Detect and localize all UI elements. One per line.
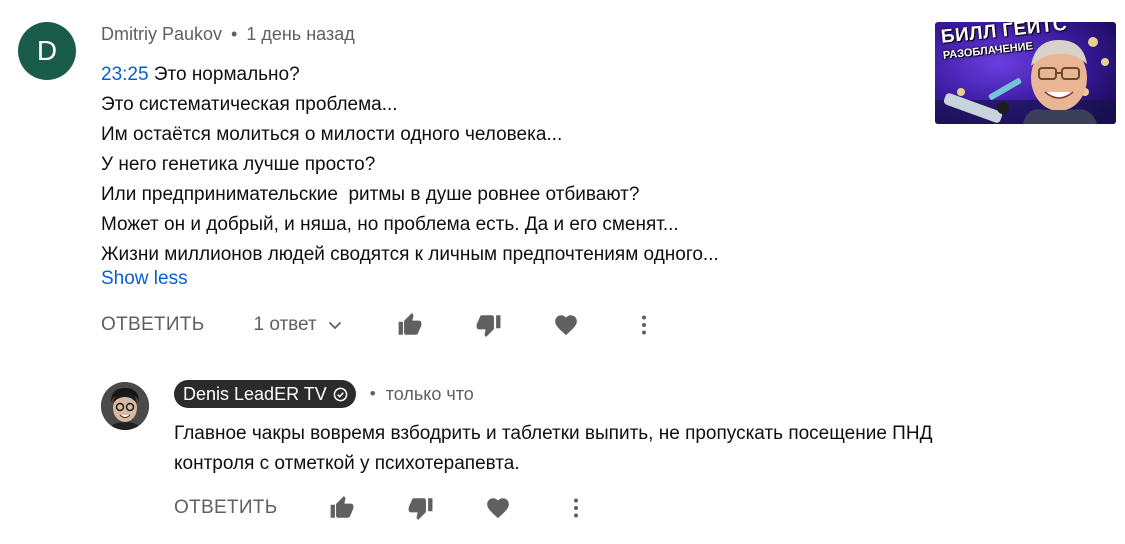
thumbs-up-icon: [398, 313, 422, 335]
reply-actions: ОТВЕТИТЬ: [174, 491, 591, 525]
reply-time[interactable]: только что: [386, 384, 474, 405]
reply-header: Denis LeadER TV • только что: [174, 380, 474, 408]
reply-button[interactable]: ОТВЕТИТЬ: [101, 314, 204, 336]
reply-body: Главное чакры вовремя взбодрить и таблет…: [174, 423, 933, 474]
comment-actions: ОТВЕТИТЬ 1 ответ: [101, 308, 659, 342]
comment-line: Жизни миллионов людей сводятся к личным …: [101, 244, 719, 265]
heart-icon: [554, 315, 577, 336]
reply-author-name: Denis LeadER TV: [183, 383, 327, 404]
reply-more-actions-button[interactable]: [561, 493, 591, 523]
reply-author-chip[interactable]: Denis LeadER TV: [174, 380, 356, 408]
comment-line: У него генетика лучше просто?: [101, 154, 376, 175]
video-thumbnail[interactable]: БИЛЛ ГЕЙТС РАЗОБЛАЧЕНИЕ: [935, 22, 1116, 124]
reply-reply-button[interactable]: ОТВЕТИТЬ: [174, 497, 277, 519]
avatar-photo: [101, 382, 149, 430]
comment-author[interactable]: Dmitriy Paukov: [101, 24, 222, 44]
reply-dislike-button[interactable]: [405, 493, 435, 523]
reply-author-avatar[interactable]: [101, 382, 149, 430]
comment-line: Или предпринимательские ритмы в душе ров…: [101, 184, 640, 205]
comment-line: Может он и добрый, и няша, но проблема е…: [101, 214, 679, 235]
comment-line: 23:25 Это нормально?: [101, 60, 719, 90]
comment-header: Dmitriy Paukov • 1 день назад: [101, 24, 355, 45]
reply-like-button[interactable]: [327, 493, 357, 523]
more-actions-button[interactable]: [629, 310, 659, 340]
timestamp-link[interactable]: 23:25: [101, 64, 149, 85]
more-vertical-icon: [641, 315, 646, 335]
verified-check-icon: [333, 387, 348, 401]
thumbs-down-icon: [409, 498, 433, 520]
avatar-letter: D: [36, 35, 58, 66]
commenter-avatar[interactable]: D: [18, 22, 76, 80]
thumbs-up-icon: [331, 496, 354, 518]
heart-icon: [487, 498, 510, 519]
comment-first-line-text: Это нормально?: [148, 64, 300, 85]
comment-body: 23:25 Это нормально? Это систематическая…: [101, 60, 719, 270]
heart-button[interactable]: [551, 310, 581, 340]
reply-header-separator: •: [369, 384, 376, 403]
show-less-link[interactable]: Show less: [101, 268, 188, 290]
replies-count-label: 1 ответ: [253, 314, 317, 335]
comment-line: Им остаётся молиться о милости одного че…: [101, 124, 563, 145]
comment-time[interactable]: 1 день назад: [246, 24, 354, 44]
replies-toggle[interactable]: 1 ответ: [253, 314, 342, 336]
thumbs-down-icon: [476, 315, 501, 337]
reply-heart-button[interactable]: [483, 493, 513, 523]
like-button[interactable]: [395, 310, 425, 340]
chevron-down-icon: [328, 321, 341, 330]
more-vertical-icon: [574, 498, 579, 518]
header-separator: •: [231, 24, 238, 44]
comment-line: Это систематическая проблема...: [101, 94, 398, 115]
dislike-button[interactable]: [473, 310, 503, 340]
